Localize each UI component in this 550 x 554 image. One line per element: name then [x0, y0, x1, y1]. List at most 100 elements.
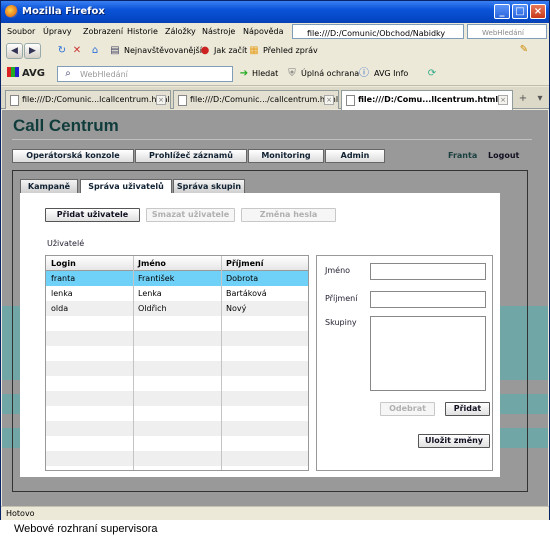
menu-soubor[interactable]: Soubor — [7, 27, 35, 36]
empty-row — [46, 451, 308, 466]
maximize-button[interactable]: □ — [512, 4, 528, 19]
menu-bar: Soubor Úpravy Zobrazení Historie Záložky… — [1, 23, 549, 40]
tab-close-icon[interactable]: × — [498, 95, 508, 105]
status-text: Hotovo — [6, 509, 35, 518]
cell-surname: Dobrota — [226, 274, 259, 283]
home-icon[interactable]: ⌂ — [89, 45, 101, 57]
empty-row — [46, 406, 308, 421]
tab-close-icon[interactable]: × — [156, 95, 166, 105]
search-icon: ⌕ — [65, 68, 71, 79]
page-icon — [178, 95, 187, 106]
bookmark-most-visited[interactable]: Nejnavštěvovanější — [124, 46, 202, 55]
shield-icon: ⛨ — [288, 68, 296, 79]
browser-tab-1[interactable]: file:///D:/Comunic...lcallcentrum.html × — [5, 90, 171, 109]
new-tab-icon[interactable]: + — [517, 93, 529, 105]
tab-list-icon[interactable]: ▾ — [534, 93, 546, 105]
user-detail-form: Jméno Příjmení Skupiny Odebrat Přidat Ul… — [316, 255, 493, 471]
tab-campaigns[interactable]: Kampaně — [20, 179, 78, 193]
change-password-button[interactable]: Změna hesla — [241, 208, 336, 222]
minimize-button[interactable]: _ — [494, 4, 510, 19]
refresh-avg-icon[interactable]: ⟳ — [426, 68, 438, 80]
tab-user-management[interactable]: Správa uživatelů — [80, 179, 172, 194]
avg-logo-icon — [7, 67, 19, 77]
table-row[interactable]: lenka Lenka Bartáková — [46, 286, 308, 301]
name-label: Jméno — [325, 266, 351, 275]
nav-record-viewer[interactable]: Prohlížeč záznamů — [135, 149, 247, 163]
tab-label: file:///D:/Comunic.../callcentrum.html — [190, 95, 339, 104]
column-header-name[interactable]: Jméno — [138, 259, 166, 268]
page-viewport: Call Centrum Operátorská konzole Prohlíž… — [2, 110, 548, 506]
column-header-surname[interactable]: Příjmení — [226, 259, 264, 268]
browser-search-input[interactable]: WebHledání — [467, 24, 547, 39]
cell-surname: Bartáková — [226, 289, 267, 298]
reload-icon[interactable]: ↻ — [56, 45, 68, 57]
tab-close-icon[interactable]: × — [324, 95, 334, 105]
menu-napoveda[interactable]: Nápověda — [243, 27, 284, 36]
pencil-icon[interactable]: ✎ — [518, 44, 530, 56]
bookmark-news[interactable]: Přehled zpráv — [263, 46, 318, 55]
current-user: Franta — [448, 151, 478, 160]
forward-icon[interactable]: ▶ — [24, 43, 41, 59]
empty-row — [46, 391, 308, 406]
back-icon[interactable]: ◀ — [6, 43, 23, 59]
avg-logo[interactable]: AVG — [7, 67, 45, 79]
header-divider — [12, 139, 532, 140]
nav-operator-console[interactable]: Operátorská konzole — [12, 149, 134, 163]
users-section-label: Uživatelé — [47, 239, 85, 248]
nav-monitoring[interactable]: Monitoring — [248, 149, 324, 163]
go-icon: ➔ — [239, 68, 249, 79]
surname-label: Příjmení — [325, 294, 358, 303]
status-bar: Hotovo — [1, 506, 549, 520]
avg-search-input[interactable]: ⌕ WebHledání — [57, 66, 233, 82]
url-text: file:///D:/Comunic/Obchod/Nabidky — [307, 29, 446, 38]
browser-window: Mozilla Firefox _ □ × Soubor Úpravy Zobr… — [0, 0, 550, 520]
close-button[interactable]: × — [530, 4, 546, 19]
menu-zalozky[interactable]: Záložky — [165, 27, 196, 36]
tab-label: file:///D:/Comunic...lcallcentrum.html — [22, 95, 170, 104]
menu-nastroje[interactable]: Nástroje — [202, 27, 235, 36]
empty-row — [46, 331, 308, 346]
empty-row — [46, 361, 308, 376]
nav-admin[interactable]: Admin — [325, 149, 385, 163]
logout-link[interactable]: Logout — [488, 151, 519, 160]
url-bar[interactable]: file:///D:/Comunic/Obchod/Nabidky — [292, 24, 464, 39]
name-field[interactable] — [370, 263, 486, 280]
menu-upravy[interactable]: Úpravy — [43, 27, 72, 36]
cell-name: František — [138, 274, 175, 283]
empty-row — [46, 376, 308, 391]
browser-tab-3[interactable]: file:///D:/Comu...llcentrum.html × — [341, 90, 513, 110]
save-changes-button[interactable]: Uložit změny — [418, 434, 490, 448]
groups-list[interactable] — [370, 316, 486, 391]
browser-tab-2[interactable]: file:///D:/Comunic.../callcentrum.html × — [173, 90, 339, 109]
tab-strip: file:///D:/Comunic...lcallcentrum.html ×… — [1, 87, 549, 110]
bookmark-icon: ▤ — [110, 45, 120, 56]
add-user-button[interactable]: Přidat uživatele — [45, 208, 140, 222]
remove-group-button[interactable]: Odebrat — [380, 402, 435, 416]
add-group-button[interactable]: Přidat — [445, 402, 490, 416]
delete-user-button[interactable]: Smazat uživatele — [146, 208, 235, 222]
menu-zobrazeni[interactable]: Zobrazení — [83, 27, 123, 36]
tab-label: file:///D:/Comu...llcentrum.html — [358, 95, 499, 104]
table-row[interactable]: franta František Dobrota — [46, 271, 308, 286]
cell-name: Lenka — [138, 289, 162, 298]
figure-caption: Webové rozhraní supervisora — [14, 523, 158, 535]
tab-group-management[interactable]: Správa skupin — [173, 179, 245, 193]
avg-search-button[interactable]: Hledat — [252, 69, 278, 78]
column-divider — [133, 256, 134, 470]
surname-field[interactable] — [370, 291, 486, 308]
menu-historie[interactable]: Historie — [127, 27, 158, 36]
table-row[interactable]: olda Oldřich Nový — [46, 301, 308, 316]
table-header-row: Login Jméno Příjmení — [46, 256, 308, 271]
avg-protection-button[interactable]: Úplná ochrana — [301, 69, 359, 78]
avg-info-button[interactable]: AVG Info — [374, 69, 408, 78]
app-title: Call Centrum — [13, 116, 119, 135]
navigation-toolbar: ◀ ▶ ↻ ✕ ⌂ ▤ Nejnavštěvovanější ● Jak zač… — [1, 40, 549, 62]
column-divider — [221, 256, 222, 470]
column-header-login[interactable]: Login — [51, 259, 76, 268]
window-title: Mozilla Firefox — [22, 6, 105, 17]
stop-icon[interactable]: ✕ — [71, 45, 83, 57]
bookmark-getting-started[interactable]: Jak začít — [214, 46, 247, 55]
cell-login: lenka — [51, 289, 73, 298]
info-icon: ⓘ — [359, 68, 369, 79]
cell-login: olda — [51, 304, 69, 313]
